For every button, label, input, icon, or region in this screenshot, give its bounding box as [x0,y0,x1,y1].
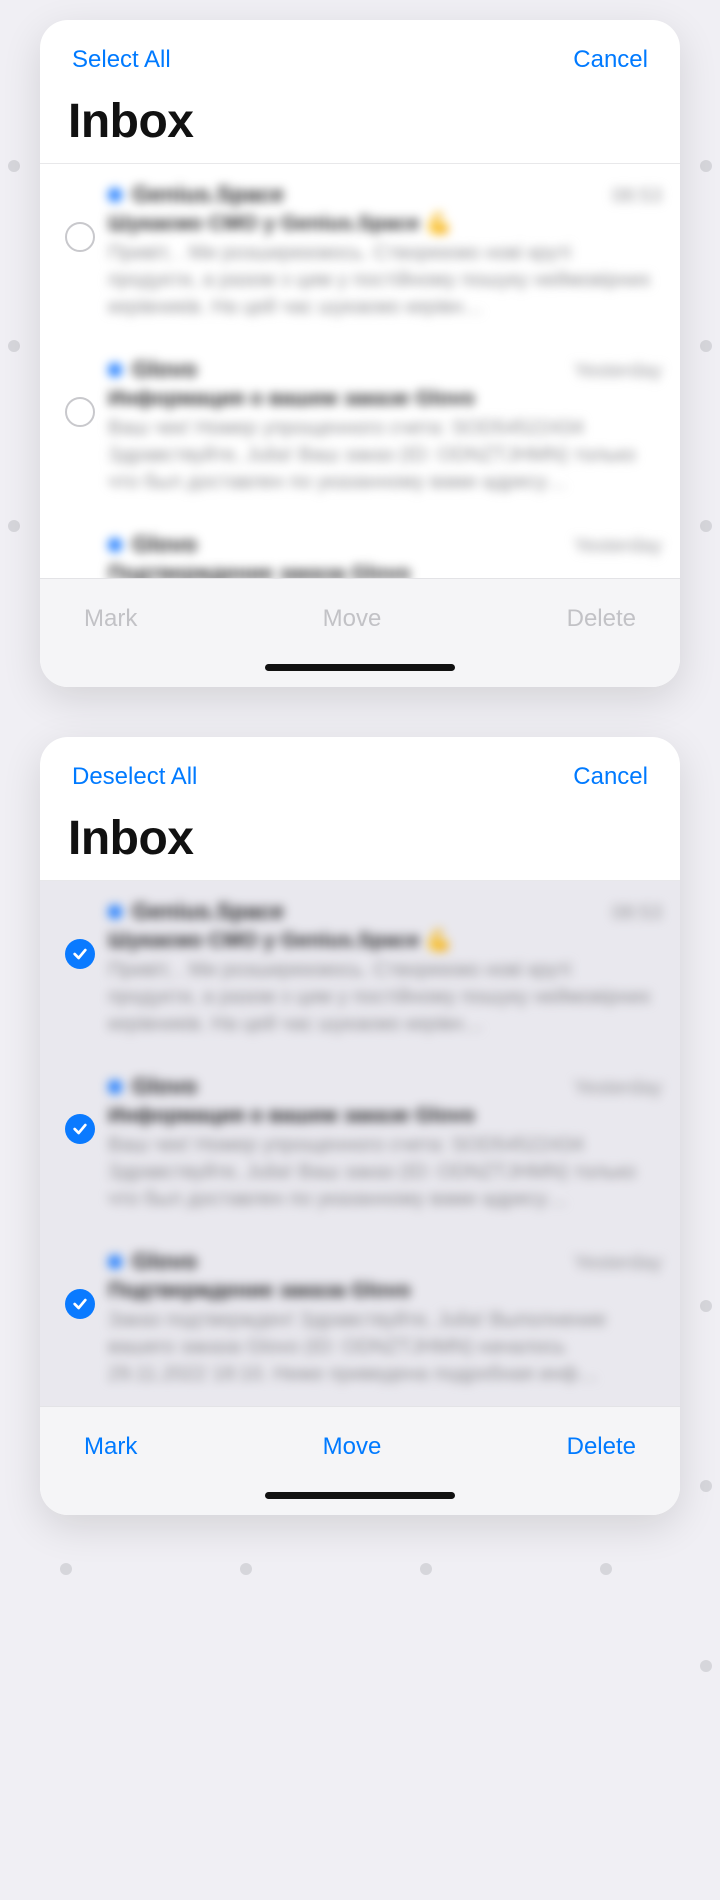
unread-dot-icon [108,1080,122,1094]
message-list: Genius.Space 08:53 Шукаємо CMO у Genius.… [40,880,680,1406]
select-all-button[interactable]: Select All [62,40,181,80]
unread-dot-icon [108,905,122,919]
message-subject: Подтверждение заказа Glovo [108,1279,662,1303]
unread-dot-icon [108,363,122,377]
message-content: Glovo Yesterday Информация о вашем заказ… [108,355,662,496]
cancel-button[interactable]: Cancel [563,40,658,80]
message-time: 08:53 [612,902,662,925]
checkbox-checked-icon[interactable] [65,939,95,969]
delete-button[interactable]: Delete [553,1427,650,1467]
message-row[interactable]: Glovo Yesterday Информация о вашем заказ… [40,339,680,514]
move-button[interactable]: Move [309,1427,396,1467]
screenshot-select-mode: Select All Cancel Inbox Genius.Space 08:… [40,20,680,687]
move-button: Move [309,599,396,639]
message-content: Glovo Yesterday Подтверждение заказа Glo… [108,1247,662,1388]
screenshot-selected-mode: Deselect All Cancel Inbox Genius.Space 0… [40,737,680,1515]
message-row[interactable]: Genius.Space 08:53 Шукаємо CMO у Genius.… [40,881,680,1056]
message-subject: Информация о вашем заказе Glovo [108,387,662,411]
nav-bar: Select All Cancel [40,20,680,90]
message-content: Glovo Yesterday Информация о вашем заказ… [108,1072,662,1213]
checkbox-checked-icon[interactable] [65,1114,95,1144]
message-preview: Привіт, . Ми розширюємось. Створюємо нов… [108,957,662,1038]
message-content: Glovo Yesterday Подтверждение заказа Glo… [108,530,662,578]
checkbox-unchecked-icon[interactable] [65,397,95,427]
message-subject: Шукаємо CMO у Genius.Space 💪 [108,929,662,953]
unread-dot-icon [108,538,122,552]
message-subject: Информация о вашем заказе Glovo [108,1104,662,1128]
message-list: Genius.Space 08:53 Шукаємо CMO у Genius.… [40,163,680,578]
message-content: Genius.Space 08:53 Шукаємо CMO у Genius.… [108,180,662,321]
nav-bar: Deselect All Cancel [40,737,680,807]
message-row[interactable]: Glovo Yesterday Подтверждение заказа Glo… [40,1231,680,1406]
home-indicator [40,1475,680,1515]
message-sender: Glovo [132,531,564,558]
message-subject: Шукаємо CMO у Genius.Space 💪 [108,212,662,236]
message-time: 08:53 [612,185,662,208]
message-content: Genius.Space 08:53 Шукаємо CMO у Genius.… [108,897,662,1038]
page-title: Inbox [40,90,680,163]
checkbox-unchecked-icon[interactable] [65,222,95,252]
bottom-toolbar: Mark Move Delete [40,578,680,647]
message-sender: Glovo [132,1248,564,1275]
message-time: Yesterday [574,1077,662,1100]
mark-button: Mark [70,599,151,639]
mark-button[interactable]: Mark [70,1427,151,1467]
message-sender: Genius.Space [132,898,602,925]
page-title: Inbox [40,807,680,880]
message-preview: Ваш чек! Номер упрощенного счета: SOD545… [108,1132,662,1213]
delete-button: Delete [553,599,650,639]
message-sender: Glovo [132,356,564,383]
unread-dot-icon [108,1255,122,1269]
message-preview: Привіт, . Ми розширюємось. Створюємо нов… [108,240,662,321]
message-sender: Glovo [132,1073,564,1100]
message-time: Yesterday [574,1252,662,1275]
message-row[interactable]: Genius.Space 08:53 Шукаємо CMO у Genius.… [40,164,680,339]
message-row[interactable]: Glovo Yesterday Информация о вашем заказ… [40,1056,680,1231]
message-preview: Ваш чек! Номер упрощенного счета: SOD545… [108,415,662,496]
deselect-all-button[interactable]: Deselect All [62,757,207,797]
message-sender: Genius.Space [132,181,602,208]
checkbox-checked-icon[interactable] [65,1289,95,1319]
message-subject: Подтверждение заказа Glovo [108,562,662,578]
message-time: Yesterday [574,360,662,383]
unread-dot-icon [108,188,122,202]
bottom-toolbar: Mark Move Delete [40,1406,680,1475]
message-preview: Заказ подтвержден! Здравствуйте, Julia! … [108,1307,662,1388]
home-indicator [40,647,680,687]
message-time: Yesterday [574,535,662,558]
cancel-button[interactable]: Cancel [563,757,658,797]
message-row[interactable]: Glovo Yesterday Подтверждение заказа Glo… [40,514,680,578]
